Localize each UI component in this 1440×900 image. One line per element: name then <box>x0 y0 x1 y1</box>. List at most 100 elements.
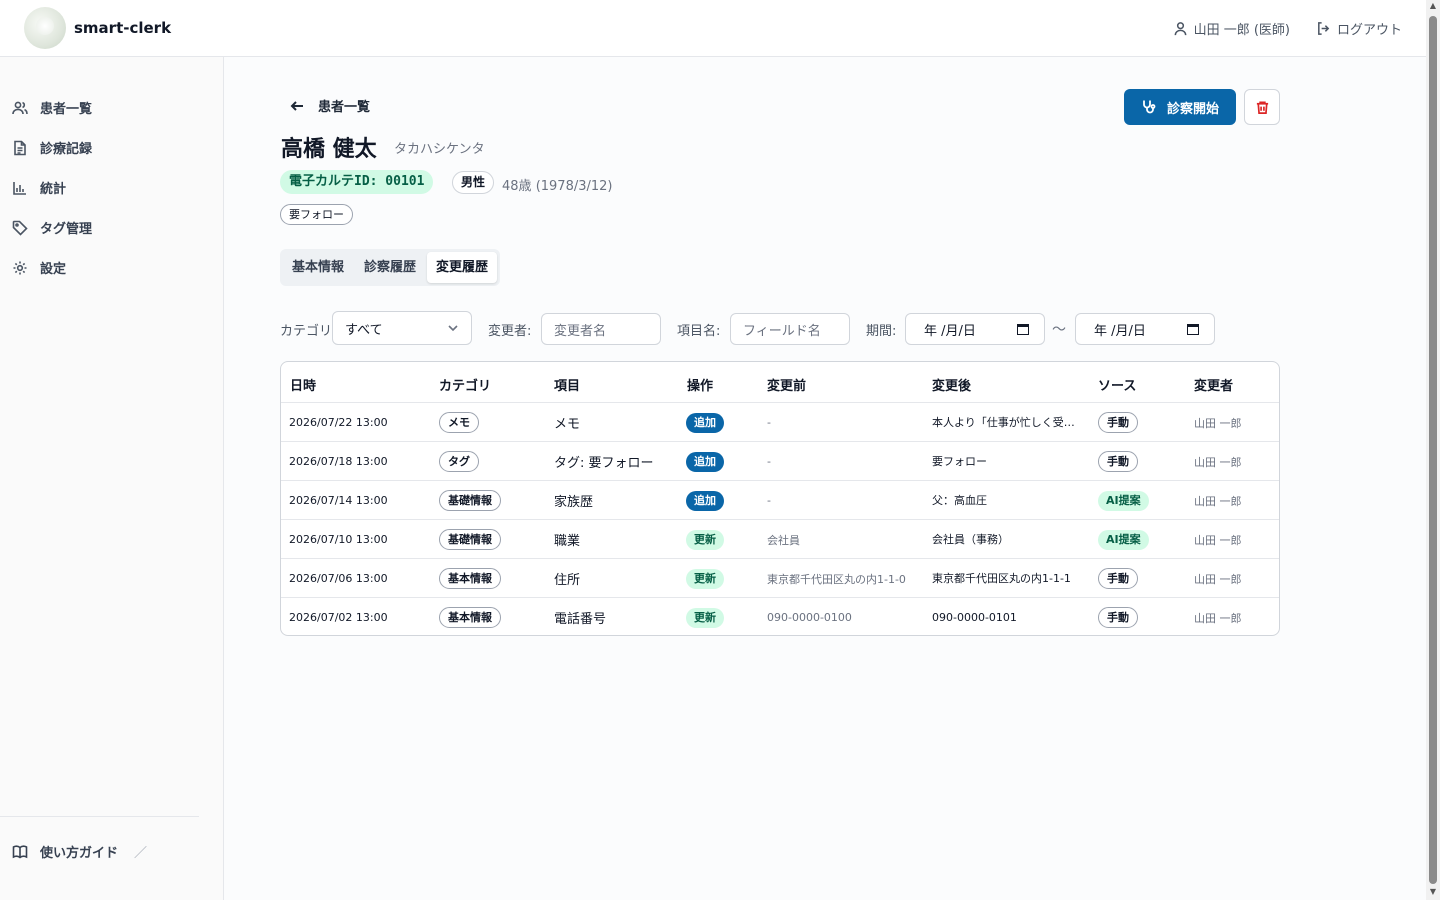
cell-after: 要フォロー <box>932 455 987 468</box>
edit-icon[interactable]: ／ <box>134 842 147 861</box>
table-row[interactable]: 2026/07/06 13:00 基本情報 住所 更新 東京都千代田区丸の内1-1-0 東… <box>281 559 1279 598</box>
cell-changer: 山田 一郎 <box>1194 572 1242 586</box>
start-exam-button[interactable]: 診察開始 <box>1124 89 1236 125</box>
cell-changer: 山田 一郎 <box>1194 533 1242 547</box>
cell-after: 本人より「仕事が忙しく受診できていなかった」と <box>932 416 1082 429</box>
tab-exam-history[interactable]: 診察履歴 <box>355 252 425 283</box>
calendar-icon[interactable] <box>1186 322 1200 336</box>
sidebar-item-patients[interactable]: 患者一覧 <box>12 98 92 117</box>
app-header: smart-clerk 山田 一郎 (医師) ログアウト <box>0 0 1426 57</box>
changer-input-placeholder: 変更者名 <box>554 323 607 339</box>
cell-before: 東京都千代田区丸の内1-1-0 <box>767 572 906 586</box>
table-row[interactable]: 2026/07/02 13:00 基本情報 電話番号 更新 090-0000-0100 0… <box>281 598 1279 635</box>
logout-label: ログアウト <box>1336 22 1402 38</box>
scroll-thumb[interactable] <box>1429 16 1437 884</box>
cell-item: 家族歴 <box>554 495 594 510</box>
sidebar-item-guide[interactable]: 使い方ガイド ／ <box>12 842 147 861</box>
category-badge: 基礎情報 <box>439 529 501 550</box>
category-badge: 基礎情報 <box>439 490 501 511</box>
cell-before: - <box>767 416 771 429</box>
cell-before: - <box>767 494 771 507</box>
sidebar-item-label: 統計 <box>40 182 67 197</box>
arrow-left-icon <box>290 100 303 111</box>
patient-tag[interactable]: 要フォロー <box>280 204 353 225</box>
patient-kana: タカハシケンタ <box>394 142 485 157</box>
stethoscope-icon <box>1143 100 1156 114</box>
cell-changer: 山田 一郎 <box>1194 455 1242 469</box>
sidebar-item-label: 診療記録 <box>40 142 93 157</box>
cell-datetime: 2026/07/10 13:00 <box>289 533 388 546</box>
sidebar-item-label: タグ管理 <box>40 222 93 237</box>
scroll-up-icon[interactable]: ▲ <box>1429 2 1437 10</box>
page-scrollbar[interactable]: ▲ ▼ <box>1426 0 1440 900</box>
cell-changer: 山田 一郎 <box>1194 416 1242 430</box>
category-filter-label: カテゴリ: <box>280 324 337 339</box>
cell-item: 電話番号 <box>554 612 607 627</box>
sidebar-item-label: 設定 <box>40 262 67 277</box>
table-row[interactable]: 2026/07/10 13:00 基礎情報 職業 更新 会社員 会社員（事務） AI提案 山田… <box>281 520 1279 559</box>
patient-tabs: 基本情報 診察履歴 変更履歴 <box>280 249 501 286</box>
category-select[interactable]: すべて <box>332 311 472 345</box>
book-icon <box>12 845 28 858</box>
cell-before: - <box>767 455 771 468</box>
category-badge: 基本情報 <box>439 568 501 589</box>
col-operation: 操作 <box>687 379 714 394</box>
date-from-input[interactable]: 年 /月/日 <box>905 313 1045 345</box>
trash-icon <box>1256 101 1268 114</box>
back-link[interactable]: 患者一覧 <box>290 96 370 115</box>
brand[interactable]: smart-clerk <box>24 7 171 49</box>
sidebar-item-records[interactable]: 診療記録 <box>12 138 92 157</box>
source-badge: 手動 <box>1098 451 1138 472</box>
operation-badge: 更新 <box>686 568 724 589</box>
source-badge: 手動 <box>1098 607 1138 628</box>
source-badge: 手動 <box>1098 568 1138 589</box>
field-name-input[interactable]: フィールド名 <box>730 313 850 345</box>
col-item: 項目 <box>554 379 581 394</box>
birthdate: (1978/3/12) <box>535 179 613 194</box>
operation-badge: 更新 <box>686 529 724 550</box>
cell-item: 職業 <box>554 534 581 549</box>
start-exam-label: 診察開始 <box>1166 101 1219 117</box>
app-logo <box>24 7 66 49</box>
tab-basic-info[interactable]: 基本情報 <box>283 252 353 283</box>
sidebar-divider <box>0 816 199 817</box>
date-range-separator: 〜 <box>1052 322 1066 338</box>
sidebar-item-tags[interactable]: タグ管理 <box>12 218 92 237</box>
changer-input[interactable]: 変更者名 <box>541 313 661 345</box>
table-row[interactable]: 2026/07/14 13:00 基礎情報 家族歴 追加 - 父：高血圧 AI提案 山田 一郎 <box>281 481 1279 520</box>
sidebar-item-label: 患者一覧 <box>40 102 93 117</box>
sidebar-item-settings[interactable]: 設定 <box>12 258 66 277</box>
table-row[interactable]: 2026/07/22 13:00 メモ メモ 追加 - 本人より「仕事が忙しく受診できてい… <box>281 403 1279 442</box>
cell-changer: 山田 一郎 <box>1194 611 1242 625</box>
gear-icon <box>13 261 27 274</box>
table-row[interactable]: 2026/07/18 13:00 タグ タグ: 要フォロー 追加 - 要フォロー 手動 山田 … <box>281 442 1279 481</box>
cell-datetime: 2026/07/02 13:00 <box>289 611 388 624</box>
table-header: 日時 カテゴリ 項目 操作 変更前 変更後 ソース 変更者 <box>281 362 1279 403</box>
cell-item: タグ: 要フォロー <box>554 456 654 471</box>
calendar-icon[interactable] <box>1016 322 1030 336</box>
user-menu[interactable]: 山田 一郎 (医師) <box>1173 19 1290 38</box>
changer-filter-label: 変更者: <box>488 324 532 339</box>
patient-name: 高橋 健太 <box>281 137 377 162</box>
change-history-table: 日時 カテゴリ 項目 操作 変更前 変更後 ソース 変更者 2026/07/22… <box>280 361 1280 636</box>
cell-after: 090-0000-0101 <box>932 611 1017 624</box>
logout-button[interactable]: ログアウト <box>1316 19 1402 38</box>
category-badge: メモ <box>439 412 479 433</box>
document-icon <box>14 140 26 155</box>
date-to-input[interactable]: 年 /月/日 <box>1075 313 1215 345</box>
tab-change-history[interactable]: 変更履歴 <box>427 252 498 283</box>
scroll-down-icon[interactable]: ▼ <box>1429 888 1437 896</box>
age-value: 48歳 <box>502 179 532 194</box>
col-datetime: 日時 <box>290 379 317 394</box>
col-source: ソース <box>1098 379 1137 394</box>
sidebar-item-stats[interactable]: 統計 <box>12 178 66 197</box>
cell-datetime: 2026/07/18 13:00 <box>289 455 388 468</box>
category-badge: 基本情報 <box>439 607 501 628</box>
col-category: カテゴリ <box>439 379 492 394</box>
date-from-value: 年 /月/日 <box>924 323 976 339</box>
patient-age: 48歳 (1978/3/12) <box>502 175 613 194</box>
tag-icon <box>12 220 28 236</box>
delete-patient-button[interactable] <box>1244 89 1280 125</box>
date-to-value: 年 /月/日 <box>1094 323 1146 339</box>
cell-before: 会社員 <box>767 533 800 547</box>
